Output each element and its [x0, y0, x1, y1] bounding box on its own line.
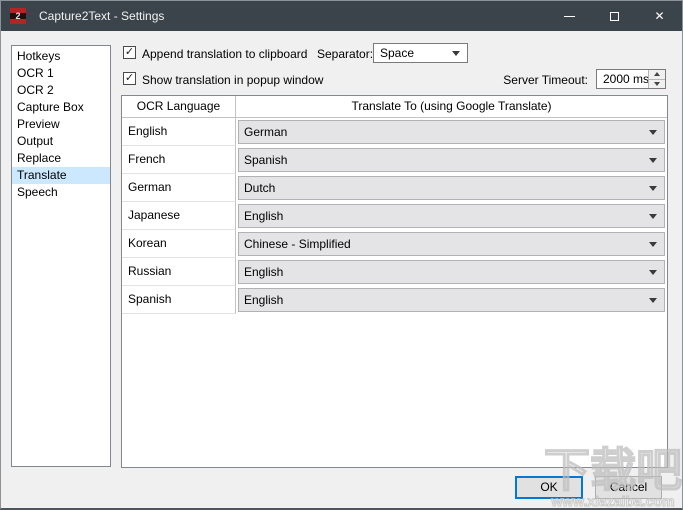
ocr-language-cell: Russian — [122, 258, 236, 286]
ocr-language-cell: German — [122, 174, 236, 202]
maximize-icon — [610, 11, 619, 21]
table-row: Russian English — [122, 258, 667, 286]
translate-to-dropdown[interactable]: English — [238, 288, 665, 312]
app-icon: 2 — [10, 8, 26, 24]
server-timeout-label: Server Timeout: — [503, 73, 588, 87]
translate-to-value: Dutch — [244, 181, 276, 195]
minimize-icon — [564, 15, 575, 17]
separator-value: Space — [380, 46, 415, 60]
translate-to-cell: German — [236, 118, 667, 146]
settings-window: 2 Capture2Text - Settings ✕ Hotkeys OCR 1… — [0, 0, 683, 510]
separator-label: Separator: — [317, 47, 374, 61]
translate-to-value: German — [244, 125, 288, 139]
spin-down-button[interactable] — [649, 79, 665, 88]
chevron-down-icon — [649, 242, 657, 247]
maximize-button[interactable] — [592, 1, 637, 31]
chevron-down-icon — [649, 158, 657, 163]
header-translate-to: Translate To (using Google Translate) — [351, 99, 552, 113]
chevron-down-icon — [452, 51, 460, 56]
append-clipboard-checkbox[interactable]: ✓ — [123, 46, 136, 59]
append-clipboard-label: Append translation to clipboard — [142, 47, 308, 61]
ocr-language-cell: Korean — [122, 230, 236, 258]
close-button[interactable]: ✕ — [637, 1, 682, 31]
ok-button[interactable]: OK — [515, 476, 583, 499]
sidebar-item-preview[interactable]: Preview — [12, 116, 110, 133]
ocr-language-cell: Japanese — [122, 202, 236, 230]
translate-to-cell: English — [236, 258, 667, 286]
table-row: Spanish English — [122, 286, 667, 314]
server-timeout-input[interactable]: 2000 ms — [596, 69, 666, 89]
spin-up-button[interactable] — [649, 70, 665, 80]
translate-to-value: Chinese - Simplified — [244, 237, 351, 251]
translate-to-cell: Chinese - Simplified — [236, 230, 667, 258]
translate-to-value: English — [244, 293, 284, 307]
sidebar-item-capture-box[interactable]: Capture Box — [12, 99, 110, 116]
separator-dropdown[interactable]: Space — [373, 43, 468, 63]
sidebar-item-output[interactable]: Output — [12, 133, 110, 150]
chevron-down-icon — [649, 214, 657, 219]
chevron-down-icon — [654, 81, 660, 86]
minimize-button[interactable] — [547, 1, 592, 31]
table-body: English German French Spanish German Dutch Jap… — [122, 118, 667, 314]
translate-to-dropdown[interactable]: German — [238, 120, 665, 144]
table-header-row: OCR Language Translate To (using Google … — [122, 96, 667, 118]
show-popup-checkbox[interactable]: ✓ — [123, 72, 136, 85]
cancel-button[interactable]: Cancel — [595, 476, 662, 499]
sidebar-item-hotkeys[interactable]: Hotkeys — [12, 48, 110, 65]
translate-to-value: English — [244, 209, 284, 223]
translate-to-cell: Spanish — [236, 146, 667, 174]
chevron-down-icon — [649, 186, 657, 191]
sidebar-item-ocr-2[interactable]: OCR 2 — [12, 82, 110, 99]
translate-to-dropdown[interactable]: Chinese - Simplified — [238, 232, 665, 256]
close-icon: ✕ — [654, 9, 665, 23]
window-title: Capture2Text - Settings — [39, 9, 165, 23]
sidebar-item-replace[interactable]: Replace — [12, 150, 110, 167]
table-row: Japanese English — [122, 202, 667, 230]
chevron-down-icon — [649, 130, 657, 135]
ocr-language-cell: Spanish — [122, 286, 236, 314]
translate-to-value: English — [244, 265, 284, 279]
show-popup-label: Show translation in popup window — [142, 73, 324, 87]
titlebar: 2 Capture2Text - Settings ✕ — [1, 1, 682, 31]
table-row: Korean Chinese - Simplified — [122, 230, 667, 258]
ocr-language-cell: English — [122, 118, 236, 146]
table-row: German Dutch — [122, 174, 667, 202]
chevron-down-icon — [649, 270, 657, 275]
translate-to-cell: English — [236, 286, 667, 314]
translate-to-cell: Dutch — [236, 174, 667, 202]
translation-table: OCR Language Translate To (using Google … — [121, 95, 668, 468]
translate-to-value: Spanish — [244, 153, 288, 167]
translate-to-cell: English — [236, 202, 667, 230]
sidebar-item-ocr-1[interactable]: OCR 1 — [12, 65, 110, 82]
translate-to-dropdown[interactable]: Spanish — [238, 148, 665, 172]
translate-to-dropdown[interactable]: English — [238, 260, 665, 284]
table-row: French Spanish — [122, 146, 667, 174]
header-ocr-language: OCR Language — [122, 96, 236, 117]
chevron-down-icon — [649, 298, 657, 303]
sidebar-item-speech[interactable]: Speech — [12, 184, 110, 201]
spinner-controls — [648, 70, 665, 88]
chevron-up-icon — [654, 72, 660, 77]
table-row: English German — [122, 118, 667, 146]
sidebar-list: Hotkeys OCR 1 OCR 2 Capture Box Preview Outpu… — [11, 45, 111, 467]
sidebar-item-translate[interactable]: Translate — [12, 167, 110, 184]
translate-to-dropdown[interactable]: English — [238, 204, 665, 228]
ocr-language-cell: French — [122, 146, 236, 174]
translate-to-dropdown[interactable]: Dutch — [238, 176, 665, 200]
server-timeout-value: 2000 ms — [603, 72, 650, 86]
